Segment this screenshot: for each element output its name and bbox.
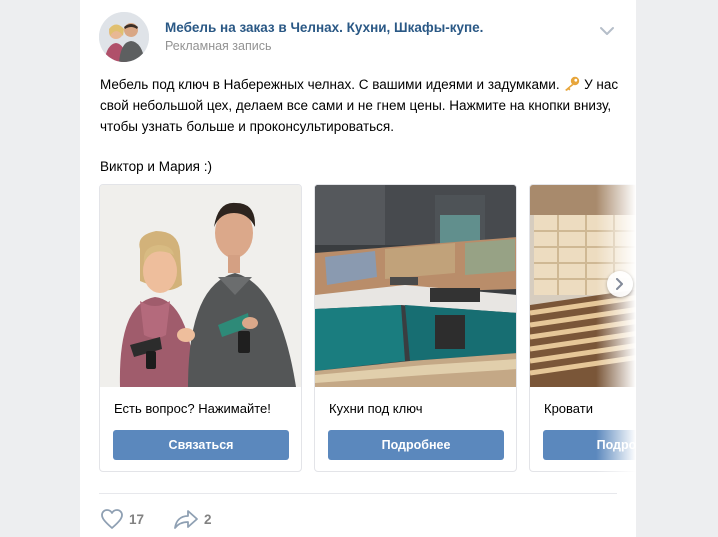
post-card: Мебель на заказ в Челнах. Кухни, Шкафы-к…	[80, 0, 636, 537]
post-text: Мебель под ключ в Набережных челнах. С в…	[100, 74, 620, 177]
chevron-right-icon	[616, 278, 623, 290]
card-title: Кровати	[544, 401, 593, 416]
author-name-link[interactable]: Мебель на заказ в Челнах. Кухни, Шкафы-к…	[165, 20, 483, 35]
card-image-kitchen	[315, 185, 516, 387]
carousel-card-contact[interactable]: Есть вопрос? Нажимайте! Связаться	[99, 184, 302, 472]
chevron-down-icon[interactable]	[598, 24, 616, 36]
carousel-card-kitchens[interactable]: Кухни под ключ Подробнее	[314, 184, 517, 472]
post-text-part-1: Мебель под ключ в Набережных челнах. С в…	[100, 77, 564, 92]
key-icon	[563, 76, 580, 91]
ad-label: Рекламная запись	[165, 39, 272, 53]
like-count: 17	[129, 511, 145, 527]
card-image-owners	[100, 185, 301, 387]
contact-button[interactable]: Связаться	[113, 430, 289, 460]
like-button[interactable]: 17	[100, 506, 144, 532]
card-title: Кухни под ключ	[329, 401, 423, 416]
carousel-next-button[interactable]	[607, 271, 633, 297]
author-avatar[interactable]	[99, 12, 149, 62]
card-title: Есть вопрос? Нажимайте!	[114, 401, 271, 416]
share-count: 2	[204, 511, 212, 527]
product-carousel: Есть вопрос? Нажимайте! Связаться Кухни …	[99, 184, 636, 472]
share-button[interactable]: 2	[173, 506, 212, 532]
share-arrow-icon	[174, 510, 198, 529]
post-signature: Виктор и Мария :)	[100, 159, 212, 174]
actions-divider	[99, 493, 617, 494]
beds-details-button[interactable]: Подробнее	[543, 430, 636, 460]
kitchens-details-button[interactable]: Подробнее	[328, 430, 504, 460]
heart-icon	[101, 509, 123, 529]
post-paragraph: Мебель под ключ в Набережных челнах. С в…	[100, 74, 620, 137]
carousel-card-beds[interactable]: Кровати Подробнее	[529, 184, 636, 472]
